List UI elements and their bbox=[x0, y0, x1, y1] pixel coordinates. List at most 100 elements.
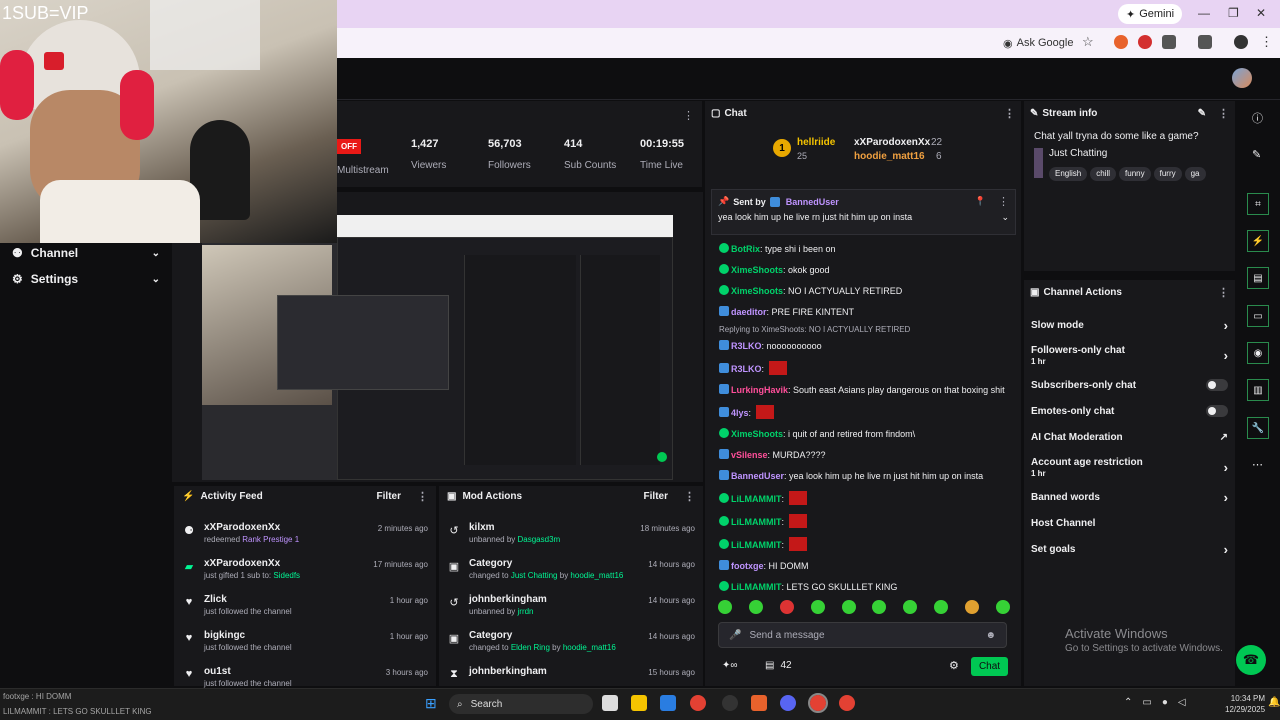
minimize-icon[interactable]: — bbox=[1198, 6, 1210, 20]
emote-icon[interactable] bbox=[810, 600, 825, 614]
mod-action-target[interactable]: johnberkingham bbox=[469, 594, 640, 605]
activity-row[interactable]: ⚈ xXParodoxenXx redeemed Rank Prestige 1 2 … bbox=[174, 520, 436, 556]
obs-icon[interactable] bbox=[722, 695, 738, 711]
chat-message[interactable]: daeditor: PRE FIRE KINTENT bbox=[705, 302, 1021, 323]
stream-preview-video[interactable] bbox=[202, 215, 673, 480]
chat-username[interactable]: footxge bbox=[731, 561, 764, 571]
mod-action-target[interactable]: johnberkingham bbox=[469, 666, 640, 677]
sidebar-item-channel[interactable]: ⚉ Channel ⌄ bbox=[12, 243, 160, 263]
emote-icon[interactable] bbox=[965, 600, 979, 614]
store-icon[interactable] bbox=[660, 695, 676, 711]
chat-settings-icon[interactable]: ⚙ bbox=[949, 659, 959, 672]
channel-action-row[interactable]: Slow mode › bbox=[1024, 312, 1235, 338]
chat-username[interactable]: BotRix bbox=[731, 244, 760, 254]
screen-share-icon[interactable] bbox=[1198, 35, 1212, 49]
mod-filter-button[interactable]: Filter bbox=[644, 491, 668, 502]
category-name[interactable]: Just Chatting bbox=[1049, 148, 1225, 159]
activity-detail-highlight[interactable]: Rank Prestige 1 bbox=[242, 535, 299, 544]
activity-detail-highlight[interactable]: Sidedfs bbox=[273, 571, 300, 580]
channel-action-row[interactable]: Emotes-only chat bbox=[1024, 398, 1235, 424]
emote-icon[interactable] bbox=[903, 600, 918, 614]
chevron-down-icon[interactable]: ⌄ bbox=[1001, 212, 1009, 223]
chat-send-button[interactable]: Chat bbox=[971, 657, 1008, 676]
activity-filter-button[interactable]: Filter bbox=[377, 491, 401, 502]
channel-actions-menu-icon[interactable]: ⋮ bbox=[1218, 286, 1229, 299]
extension-icon[interactable] bbox=[1114, 35, 1128, 49]
activity-menu-icon[interactable]: ⋮ bbox=[417, 490, 428, 503]
pencil-icon[interactable]: ✎ bbox=[1252, 148, 1261, 161]
pinned-message[interactable]: 📌 Sent by BannedUser 📍 ⋮ yea look him up… bbox=[711, 189, 1016, 235]
mod-action-row[interactable]: ↺ kilxm unbanned by Dasgasd3m 18 minutes ag… bbox=[439, 520, 703, 556]
chat-username[interactable]: LurkingHavik bbox=[731, 385, 788, 395]
emote-icon[interactable] bbox=[872, 600, 887, 614]
activity-user[interactable]: Zlick bbox=[204, 594, 382, 605]
chat-message[interactable]: R3LKO: noooooooooo bbox=[705, 336, 1021, 357]
chat-message[interactable]: 4lys: bbox=[705, 401, 1021, 424]
close-icon[interactable]: ✕ bbox=[1256, 6, 1266, 20]
mod-action-highlight[interactable]: Elden Ring bbox=[511, 643, 550, 652]
bits-icon[interactable]: ✦∞ bbox=[722, 660, 738, 671]
chat-username[interactable]: LiLMAMMIT bbox=[731, 582, 781, 592]
chat-message[interactable]: LurkingHavik: South east Asians play dan… bbox=[705, 380, 1021, 401]
chevron-right-icon[interactable]: › bbox=[1224, 318, 1228, 333]
chat-username[interactable]: R3LKO bbox=[731, 341, 762, 351]
help-chat-icon[interactable]: ☎ bbox=[1236, 645, 1266, 675]
task-view-icon[interactable] bbox=[602, 695, 618, 711]
notification-icon[interactable]: 🔔 bbox=[1268, 697, 1280, 708]
mod-action-highlight[interactable]: Just Chatting bbox=[511, 571, 558, 580]
taskbar-search[interactable]: ⌕ Search bbox=[449, 694, 593, 714]
mod-action-moderator[interactable]: hoodie_matt16 bbox=[570, 571, 623, 580]
chat-username[interactable]: 4lys bbox=[731, 408, 749, 418]
channel-action-row[interactable]: Host Channel bbox=[1024, 510, 1235, 536]
chat-username[interactable]: BannedUser bbox=[731, 471, 784, 481]
chat-message[interactable]: vSilense: MURDA???? bbox=[705, 445, 1021, 466]
chat-username[interactable]: vSilense bbox=[731, 450, 768, 460]
profile-icon[interactable] bbox=[1234, 35, 1248, 49]
activity-row[interactable]: ▰ xXParodoxenXx just gifted 1 sub to: Side… bbox=[174, 556, 436, 592]
chat-input[interactable]: 🎤 Send a message ☻ bbox=[718, 622, 1007, 648]
system-tray[interactable]: ⌃ ▭ ● ◁ bbox=[1124, 697, 1186, 708]
activity-row[interactable]: ♥ Zlick just followed the channel 1 hour ag… bbox=[174, 592, 436, 628]
chat-message[interactable]: BotRix: type shi i been on bbox=[705, 239, 1021, 260]
emote-icon[interactable] bbox=[748, 600, 763, 614]
stream-tag[interactable]: funny bbox=[1119, 166, 1151, 181]
toggle-switch[interactable] bbox=[1206, 405, 1228, 417]
taskbar-clock[interactable]: 10:34 PM 12/29/2025 bbox=[1225, 693, 1265, 715]
chat-message[interactable]: XimeShoots: i quit of and retired from f… bbox=[705, 424, 1021, 445]
multistream-label[interactable]: Multistream bbox=[337, 165, 389, 176]
mod-action-target[interactable]: kilxm bbox=[469, 522, 632, 533]
mod-menu-icon[interactable]: ⋮ bbox=[684, 490, 695, 503]
toggle-switch[interactable] bbox=[1206, 379, 1228, 391]
chevron-right-icon[interactable]: › bbox=[1224, 348, 1228, 363]
channel-action-row[interactable]: AI Chat Moderation ↗ bbox=[1024, 424, 1235, 450]
channel-action-row[interactable]: Followers-only chat 1 hr › bbox=[1024, 338, 1235, 372]
unpin-icon[interactable]: 📍 bbox=[975, 196, 986, 207]
app-icon-orange[interactable] bbox=[751, 695, 767, 711]
share-icon[interactable]: ⋯ bbox=[1252, 458, 1263, 471]
gemini-button[interactable]: ✦ Gemini bbox=[1118, 4, 1183, 24]
pinned-menu-icon[interactable]: ⋮ bbox=[998, 195, 1009, 208]
wrench-icon[interactable]: 🔧 bbox=[1247, 417, 1269, 439]
channel-action-row[interactable]: Account age restriction 1 hr › bbox=[1024, 450, 1235, 484]
chevron-right-icon[interactable]: › bbox=[1224, 460, 1228, 475]
chat-username[interactable]: daeditor bbox=[731, 307, 767, 317]
chat-username[interactable]: XimeShoots bbox=[731, 429, 783, 439]
browser-menu-icon[interactable]: ⋮ bbox=[1260, 34, 1273, 50]
stream-info-menu-icon[interactable]: ⋮ bbox=[1218, 107, 1229, 120]
channel-action-row[interactable]: Banned words › bbox=[1024, 484, 1235, 510]
stream-tag[interactable]: furry bbox=[1153, 166, 1182, 181]
emote-icon[interactable] bbox=[934, 600, 949, 614]
chevron-right-icon[interactable]: › bbox=[1224, 490, 1228, 505]
chat-message[interactable]: LiLMAMMIT: bbox=[705, 487, 1021, 510]
emote-icon[interactable] bbox=[779, 600, 794, 614]
channel-action-row[interactable]: Subscribers-only chat bbox=[1024, 372, 1235, 398]
windows-start-icon[interactable]: ⊞ bbox=[425, 695, 441, 711]
channel-action-row[interactable]: Set goals › bbox=[1024, 536, 1235, 562]
chrome-profile-icon[interactable] bbox=[839, 695, 855, 711]
avatar[interactable] bbox=[1232, 68, 1252, 88]
chrome-icon[interactable] bbox=[690, 695, 706, 711]
emote-icon[interactable] bbox=[995, 600, 1010, 614]
stream-tag[interactable]: ga bbox=[1184, 166, 1206, 181]
chat-message[interactable]: LiLMAMMIT: LETS GO SKULLLET KING bbox=[705, 577, 1021, 594]
chat-username[interactable]: LiLMAMMIT bbox=[731, 494, 781, 504]
